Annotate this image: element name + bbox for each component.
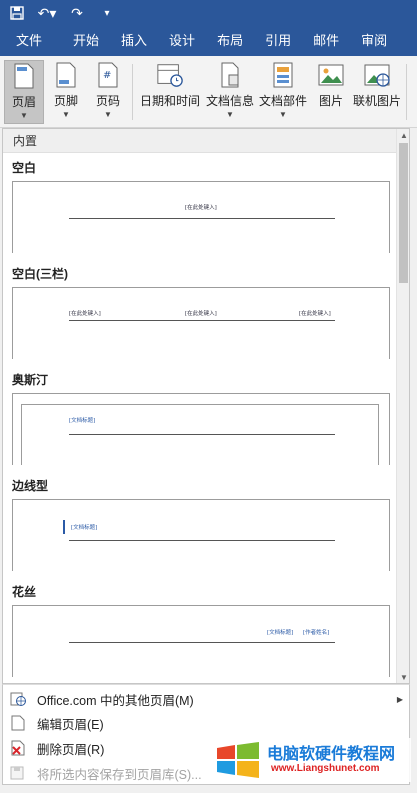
document-info-button[interactable]: 文档信息 ▼: [204, 60, 256, 124]
date-time-icon: [156, 60, 184, 90]
watermark-title: 电脑软硬件教程网: [267, 746, 396, 763]
footer-icon: [52, 60, 80, 90]
header-line: [69, 320, 335, 321]
menu-item-more-headers[interactable]: Office.com 中的其他页眉(M) ▶: [3, 687, 409, 711]
page-number-icon: #: [94, 60, 122, 90]
save-to-gallery-icon: [9, 764, 27, 782]
quick-parts-button-label: 文档部件: [258, 94, 307, 108]
document-info-button-label: 文档信息: [205, 94, 254, 108]
chevron-down-icon: ▼: [62, 110, 70, 119]
placeholder-text: [在此处键入]: [299, 311, 331, 317]
ribbon-separator: [406, 64, 407, 120]
chevron-right-icon: ▶: [396, 694, 403, 704]
menu-item-label: 删除页眉(R): [37, 742, 105, 757]
placeholder-text: [文档标题]: [71, 525, 98, 531]
placeholder-text: [在此处键入]: [69, 311, 101, 317]
placeholder-text: [在此处键入]: [185, 205, 217, 211]
tab-home[interactable]: 开始: [62, 26, 110, 56]
tab-insert[interactable]: 插入: [110, 26, 158, 56]
picture-button-label: 图片: [318, 94, 343, 108]
gallery-item-label: 奥斯汀: [12, 373, 49, 387]
picture-icon: [317, 60, 345, 90]
gallery-item-label: 花丝: [12, 585, 37, 599]
gallery-item-label: 空白: [12, 161, 37, 175]
header-gallery-panel: 内置 空白 [在此处键入] 空白(三栏) [在此处键入] [在此处键入] [在此…: [2, 128, 410, 684]
scrollbar-thumb[interactable]: [399, 143, 408, 283]
chevron-down-icon: ▼: [20, 111, 28, 120]
gallery-item-blank[interactable]: [在此处键入]: [12, 181, 390, 253]
header-button-label: 页眉: [11, 95, 36, 109]
chevron-down-icon: ▼: [104, 110, 112, 119]
office-com-icon: [9, 690, 27, 708]
header-line: [69, 218, 335, 219]
tab-references[interactable]: 引用: [254, 26, 302, 56]
watermark-url: www.Liangshunet.com: [271, 763, 380, 774]
title-bar: ↶▾ ↷ ▾: [0, 0, 417, 26]
date-time-button-label: 日期和时间: [139, 94, 200, 108]
online-picture-icon: [363, 60, 391, 90]
redo-icon[interactable]: ↷: [66, 3, 88, 23]
online-picture-button-label: 联机图片: [352, 94, 401, 108]
save-icon[interactable]: [6, 3, 28, 23]
gallery-item-austin[interactable]: [文档标题]: [12, 393, 390, 465]
picture-button[interactable]: 图片: [313, 60, 349, 124]
ribbon-body: 页眉 ▼ 页脚 ▼ # 页码 ▼ 日期和时间 文档信息 ▼ 文档部件 ▼ 图片 …: [0, 56, 417, 128]
footer-button[interactable]: 页脚 ▼: [46, 60, 86, 124]
ribbon-separator: [132, 64, 133, 120]
page-number-button-label: 页码: [95, 94, 120, 108]
header-line: [69, 434, 335, 435]
date-time-button[interactable]: 日期和时间: [137, 60, 203, 124]
menu-item-label: 编辑页眉(E): [37, 717, 104, 732]
gallery-item-label: 空白(三栏): [12, 267, 68, 281]
scroll-up-icon[interactable]: ▲: [397, 129, 409, 143]
svg-text:#: #: [103, 70, 111, 81]
sideline-bar: [63, 520, 65, 534]
gallery-section-header: 内置: [3, 129, 409, 153]
header-line: [69, 540, 335, 541]
online-picture-button[interactable]: 联机图片: [351, 60, 403, 124]
chevron-down-icon: ▼: [226, 110, 234, 119]
undo-icon[interactable]: ↶▾: [36, 3, 58, 23]
gallery-item-filigree[interactable]: [文档标题] [作者姓名]: [12, 605, 390, 677]
page-number-button[interactable]: # 页码 ▼: [88, 60, 128, 124]
menu-item-edit-header[interactable]: 编辑页眉(E): [3, 711, 409, 735]
remove-header-icon: [9, 739, 27, 757]
header-line: [69, 642, 335, 643]
placeholder-text: [文档标题]: [267, 630, 294, 636]
placeholder-text: [文档标题]: [69, 418, 96, 424]
placeholder-text: [在此处键入]: [185, 311, 217, 317]
edit-header-icon: [9, 714, 27, 732]
tab-layout[interactable]: 布局: [206, 26, 254, 56]
gallery-item-label: 边线型: [12, 479, 49, 493]
document-info-icon: [216, 60, 244, 90]
placeholder-text: [作者姓名]: [303, 630, 330, 636]
menu-item-label: 将所选内容保存到页眉库(S)...: [37, 767, 202, 782]
tab-review[interactable]: 审阅: [350, 26, 398, 56]
watermark: 电脑软硬件教程网 www.Liangshunet.com: [211, 738, 411, 782]
chevron-down-icon: ▼: [279, 110, 287, 119]
quick-parts-button[interactable]: 文档部件 ▼: [257, 60, 309, 124]
gallery-item-sideline[interactable]: [文档标题]: [12, 499, 390, 571]
tab-file[interactable]: 文件: [0, 26, 62, 56]
quick-parts-icon: [269, 60, 297, 90]
header-button[interactable]: 页眉 ▼: [4, 60, 44, 124]
menu-item-label: Office.com 中的其他页眉(M): [37, 693, 194, 708]
customize-toolbar-icon[interactable]: ▾: [96, 3, 118, 23]
gallery-item-blank-three-column[interactable]: [在此处键入] [在此处键入] [在此处键入]: [12, 287, 390, 359]
scroll-down-icon[interactable]: ▼: [397, 671, 409, 683]
gallery-scrollbar[interactable]: ▲ ▼: [396, 129, 409, 683]
windows-logo-icon: [217, 742, 259, 778]
ribbon-tabs: 文件 开始 插入 设计 布局 引用 邮件 审阅: [0, 26, 417, 56]
tab-design[interactable]: 设计: [158, 26, 206, 56]
header-icon: [10, 61, 38, 91]
footer-button-label: 页脚: [53, 94, 78, 108]
tab-mailings[interactable]: 邮件: [302, 26, 350, 56]
